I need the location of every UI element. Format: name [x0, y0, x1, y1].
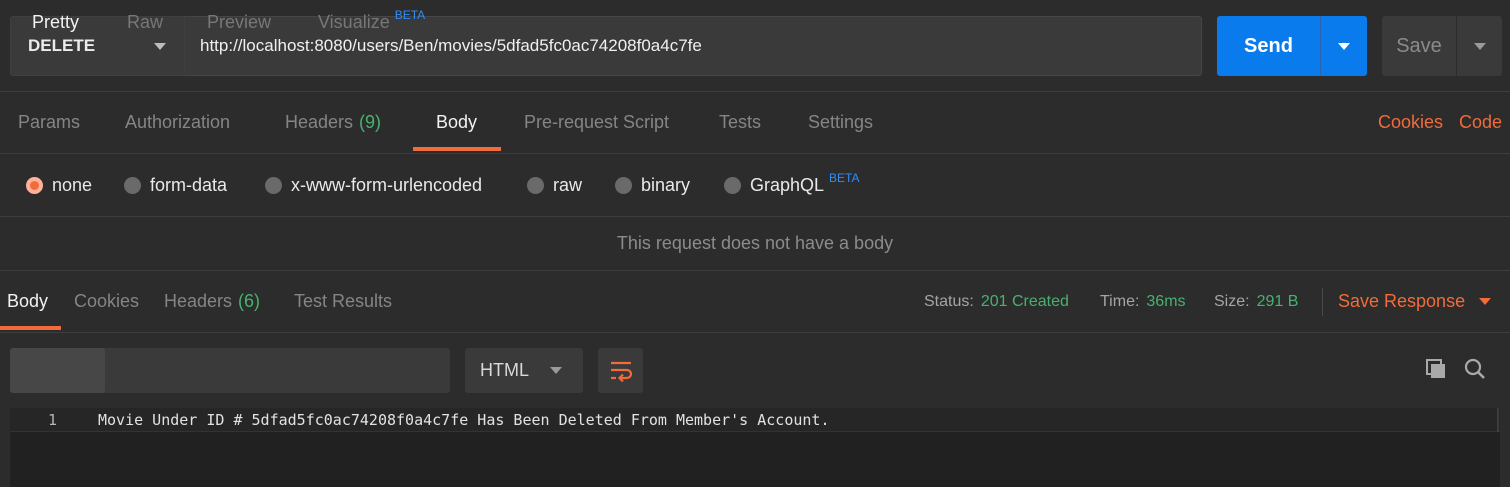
tab-authorization[interactable]: Authorization: [125, 92, 230, 153]
format-value: HTML: [480, 360, 529, 380]
tab-label: Tests: [719, 112, 762, 132]
radio-label: raw: [553, 175, 583, 195]
radio-icon: [265, 177, 282, 194]
save-button[interactable]: Save: [1382, 16, 1456, 76]
body-type-selector: none form-data x-www-form-urlencoded raw…: [0, 154, 1510, 217]
save-options-button[interactable]: [1456, 16, 1502, 76]
url-value: http://localhost:8080/users/Ben/movies/5…: [200, 36, 702, 55]
time-value: 36ms: [1146, 292, 1186, 310]
status-label: Status:: [924, 292, 974, 310]
save-button-group: Save: [1382, 16, 1502, 76]
visualize-label: Visualize: [318, 12, 390, 32]
chevron-down-icon: [1473, 42, 1486, 50]
tab-label: Cookies: [74, 291, 140, 311]
save-response-button[interactable]: Save Response: [1338, 271, 1492, 332]
radio-label: binary: [641, 175, 691, 195]
radio-label: none: [52, 175, 93, 195]
tab-label: Headers: [164, 291, 233, 311]
radio-binary[interactable]: binary: [615, 154, 690, 217]
radio-icon: [124, 177, 141, 194]
active-tab-indicator: [413, 147, 501, 151]
tab-label: Authorization: [125, 112, 231, 132]
beta-badge: BETA: [394, 7, 426, 22]
format-select[interactable]: HTML: [465, 348, 583, 393]
headers-count-badge: (6): [238, 291, 261, 311]
active-response-tab-indicator: [0, 326, 61, 330]
radio-raw[interactable]: raw: [527, 154, 582, 217]
tab-label: Pre-request Script: [524, 112, 670, 132]
view-mode-active-bg: [10, 348, 105, 393]
tab-label: Body: [7, 291, 49, 311]
code-text: Movie Under ID # 5dfad5fc0ac74208f0a4c7f…: [98, 411, 830, 429]
size-label: Size:: [1214, 292, 1250, 310]
cookies-link[interactable]: Cookies: [1378, 92, 1443, 153]
response-tab-body[interactable]: Body: [7, 271, 48, 332]
size-readout: Size: 291 B: [1214, 271, 1298, 332]
radio-none[interactable]: none: [26, 154, 92, 217]
response-tab-headers[interactable]: Headers (6): [164, 271, 260, 332]
tab-prerequest-script[interactable]: Pre-request Script: [524, 92, 669, 153]
view-visualize-button[interactable]: Visualize BETA: [318, 0, 425, 45]
radio-icon: [527, 177, 544, 194]
headers-count-badge: (9): [359, 112, 382, 132]
code-link[interactable]: Code: [1459, 92, 1502, 153]
view-pretty-button[interactable]: Pretty: [32, 0, 79, 45]
radio-label: x-www-form-urlencoded: [291, 175, 483, 195]
tab-label: Test Results: [294, 291, 393, 311]
send-button[interactable]: Send: [1217, 16, 1320, 76]
tab-label: Params: [18, 112, 81, 132]
radio-urlencoded[interactable]: x-www-form-urlencoded: [265, 154, 482, 217]
save-response-label: Save Response: [1338, 291, 1466, 311]
tab-body[interactable]: Body: [436, 92, 477, 153]
radio-graphql[interactable]: GraphQL BETA: [724, 154, 860, 217]
tab-label: Settings: [808, 112, 874, 132]
tab-tests[interactable]: Tests: [719, 92, 761, 153]
tab-label: Headers: [285, 112, 354, 132]
time-readout: Time: 36ms: [1100, 271, 1186, 332]
response-tab-cookies[interactable]: Cookies: [74, 271, 139, 332]
status-readout: Status: 201 Created: [924, 271, 1069, 332]
tab-headers[interactable]: Headers (9): [285, 92, 381, 153]
view-preview-button[interactable]: Preview: [207, 0, 271, 45]
wrap-lines-icon: [610, 361, 632, 382]
view-raw-button[interactable]: Raw: [127, 0, 163, 45]
radio-icon: [615, 177, 632, 194]
no-body-message: This request does not have a body: [0, 217, 1510, 271]
tab-label: Body: [436, 112, 478, 132]
send-options-button[interactable]: [1320, 16, 1367, 76]
response-body-viewer[interactable]: 1 Movie Under ID # 5dfad5fc0ac74208f0a4c…: [10, 408, 1500, 487]
response-tab-test-results[interactable]: Test Results: [294, 271, 392, 332]
copy-icon-svg: [1426, 359, 1445, 378]
chevron-down-icon: [1479, 298, 1492, 305]
status-value: 201 Created: [980, 292, 1069, 310]
scrollbar[interactable]: [1497, 408, 1499, 432]
tab-params[interactable]: Params: [18, 92, 80, 153]
code-line: 1 Movie Under ID # 5dfad5fc0ac74208f0a4c…: [10, 408, 1500, 432]
radio-label: form-data: [150, 175, 228, 195]
copy-icon[interactable]: [1423, 356, 1449, 382]
beta-badge: BETA: [829, 170, 860, 185]
size-value: 291 B: [1256, 292, 1299, 310]
radio-form-data[interactable]: form-data: [124, 154, 227, 217]
time-label: Time:: [1100, 292, 1140, 310]
search-icon[interactable]: [1462, 356, 1488, 382]
chevron-down-icon: [550, 367, 562, 374]
line-number: 1: [48, 411, 58, 429]
tab-settings[interactable]: Settings: [808, 92, 873, 153]
search-icon-svg: [1464, 358, 1485, 379]
send-button-group: Send: [1217, 16, 1367, 76]
chevron-down-icon: [1338, 42, 1350, 50]
radio-selected-icon: [26, 177, 43, 194]
request-tabs: Params Authorization Headers (9) Body Pre…: [0, 92, 1510, 154]
radio-label: GraphQL: [750, 175, 825, 195]
wrap-lines-button[interactable]: [598, 348, 643, 393]
divider: [1322, 288, 1323, 316]
radio-icon: [724, 177, 741, 194]
